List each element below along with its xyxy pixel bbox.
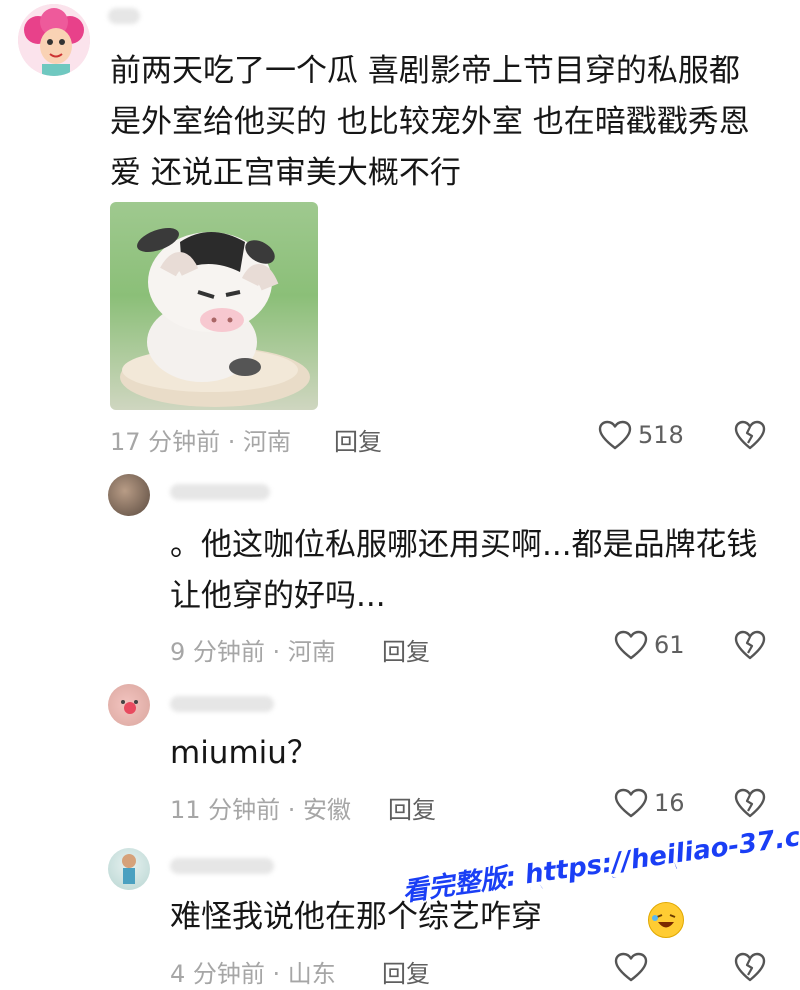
figure-avatar-icon	[122, 854, 136, 884]
like-count: 518	[638, 421, 684, 449]
watermark-url: 看完整版: https://heiliao-37.com	[400, 810, 800, 909]
like-count: 61	[654, 631, 685, 659]
avatar[interactable]	[108, 474, 150, 516]
comment-text: 难怪我说他在那个综艺咋穿	[170, 899, 542, 935]
cow-sticker-icon	[120, 227, 310, 407]
like-count: 16	[654, 789, 685, 817]
heart-outline-icon	[614, 788, 648, 818]
cartoon-avatar-icon	[18, 4, 90, 76]
broken-heart-icon	[734, 952, 766, 982]
reply-button[interactable]: 回复	[334, 422, 382, 457]
avatar[interactable]	[108, 848, 150, 890]
face-avatar-icon	[121, 700, 138, 714]
heart-outline-icon	[598, 420, 632, 450]
dislike-button[interactable]	[734, 630, 766, 664]
broken-heart-icon	[734, 788, 766, 818]
username-blurred[interactable]	[170, 484, 270, 500]
comment-text: 前两天吃了一个瓜 喜剧影帝上节目穿的私服都 是外室给他买的 也比较宠外室 也在暗…	[110, 53, 750, 191]
username-blurred[interactable]	[108, 8, 140, 24]
reply-button[interactable]: 回复	[382, 954, 430, 989]
comment-meta: 17 分钟前 · 河南	[110, 428, 292, 456]
comment-text: 。他这咖位私服哪还用买啊...都是品牌花钱 让他穿的好吗...	[170, 527, 758, 614]
heart-outline-icon	[614, 952, 648, 982]
dislike-button[interactable]	[734, 420, 766, 454]
like-button[interactable]: 61	[614, 630, 685, 660]
username-blurred[interactable]	[170, 858, 274, 874]
broken-heart-icon	[734, 420, 766, 450]
avatar[interactable]	[108, 684, 150, 726]
heart-outline-icon	[614, 630, 648, 660]
broken-heart-icon	[734, 630, 766, 660]
comment-meta: 11 分钟前 · 安徽	[170, 796, 352, 824]
like-button[interactable]: 16	[614, 788, 685, 818]
comment-text: miumiu？	[170, 735, 318, 771]
reply-button[interactable]: 回复	[382, 632, 430, 667]
like-button[interactable]	[614, 952, 648, 982]
avatar[interactable]	[18, 4, 90, 76]
laughing-emoji-icon	[648, 902, 684, 938]
comment-meta: 4 分钟前 · 山东	[170, 960, 336, 988]
username-blurred[interactable]	[170, 696, 274, 712]
dislike-button[interactable]	[734, 788, 766, 822]
comment-meta: 9 分钟前 · 河南	[170, 638, 336, 666]
like-button[interactable]: 518	[598, 420, 684, 450]
dislike-button[interactable]	[734, 952, 766, 986]
cow-sticker-image[interactable]	[110, 202, 318, 410]
reply-button[interactable]: 回复	[388, 790, 436, 825]
